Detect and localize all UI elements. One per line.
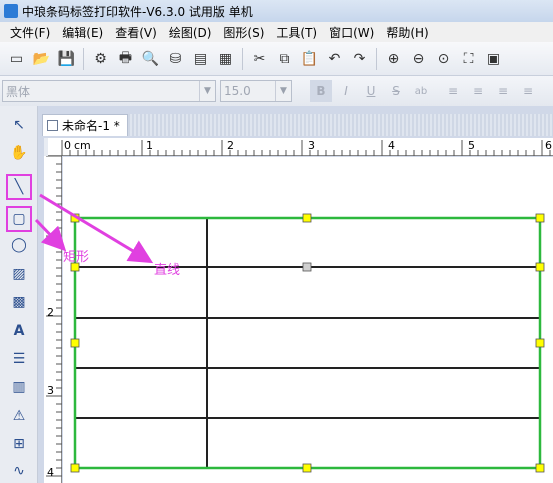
shape-icon[interactable]: ⚠ xyxy=(8,405,30,427)
main-toolbar: ▭ 📂 💾 ⚙ 🖶 🔍 ⛁ ▤ ▦ ✂ ⧉ 📋 ↶ ↷ ⊕ ⊖ ⊙ ⛶ ▣ xyxy=(0,42,553,76)
ruler-unit: cm xyxy=(74,139,91,152)
ruler-label: 5 xyxy=(468,139,475,152)
line-annotation-label: 直线 xyxy=(154,263,181,278)
font-name-value: 黑体 xyxy=(6,84,31,99)
font-toolbar: 黑体 ▼ 15.0 ▼ B I U S ab ≡ ≡ ≡ ≡ xyxy=(0,76,553,106)
rich-text-icon[interactable]: ☰ xyxy=(8,348,30,370)
zoom-in-icon[interactable]: ⊕ xyxy=(383,48,405,70)
ruler-label: 4 xyxy=(388,139,395,152)
resize-handle[interactable] xyxy=(535,213,545,223)
image-icon[interactable]: ▩ xyxy=(8,291,30,313)
ruler-label: 2 xyxy=(227,139,234,152)
font-size-value: 15.0 xyxy=(224,84,251,98)
chevron-down-icon[interactable]: ▼ xyxy=(275,81,291,101)
qrcode-icon[interactable]: ⊞ xyxy=(8,433,30,455)
undo-icon[interactable]: ↶ xyxy=(324,48,346,70)
rectangle-tool-icon[interactable]: ▢ xyxy=(6,206,32,232)
ellipse-tool-icon[interactable]: ◯ xyxy=(8,234,30,256)
vertical-ruler: 2 3 4 xyxy=(44,156,62,483)
database-icon[interactable]: ⛁ xyxy=(165,48,187,70)
grid-icon[interactable]: ▦ xyxy=(215,48,237,70)
rectangle-annotation-label: 矩形 xyxy=(63,250,90,265)
open-icon[interactable]: 📂 xyxy=(31,48,53,70)
redo-icon[interactable]: ↷ xyxy=(349,48,371,70)
ruler-label: 3 xyxy=(308,139,315,152)
cut-icon[interactable]: ✂ xyxy=(249,48,271,70)
underline-button[interactable]: U xyxy=(360,80,382,102)
italic-button[interactable]: I xyxy=(335,80,357,102)
font-name-select[interactable]: 黑体 ▼ xyxy=(2,80,216,102)
zoom-out-icon[interactable]: ⊖ xyxy=(408,48,430,70)
menu-edit[interactable]: 编辑(E) xyxy=(56,24,109,41)
resize-handle[interactable] xyxy=(70,463,80,473)
text-tool-icon[interactable]: A xyxy=(8,320,30,342)
resize-handle[interactable] xyxy=(70,213,80,223)
batch-icon[interactable]: ▤ xyxy=(190,48,212,70)
separator xyxy=(242,47,243,70)
copy-icon[interactable]: ⧉ xyxy=(274,48,296,70)
line-tool-icon[interactable]: ╲ xyxy=(6,174,32,200)
align-justify-icon[interactable]: ≡ xyxy=(517,80,539,102)
align-center-icon[interactable]: ≡ xyxy=(467,80,489,102)
ruler-label: 4 xyxy=(47,466,54,479)
fit-page-icon[interactable]: ⛶ xyxy=(458,48,480,70)
save-icon[interactable]: 💾 xyxy=(56,48,78,70)
actual-size-icon[interactable]: ▣ xyxy=(483,48,505,70)
document-tab[interactable]: 未命名-1 * xyxy=(42,114,128,136)
resize-handle[interactable] xyxy=(70,338,80,348)
ruler-label: 2 xyxy=(47,306,54,319)
image-edit-icon[interactable]: ▨ xyxy=(8,263,30,285)
menu-window[interactable]: 窗口(W) xyxy=(323,24,380,41)
chevron-down-icon[interactable]: ▼ xyxy=(199,81,215,101)
special-format-button[interactable]: ab xyxy=(410,80,432,102)
line-handle[interactable] xyxy=(302,262,312,272)
menu-tools[interactable]: 工具(T) xyxy=(270,24,323,41)
menu-draw[interactable]: 绘图(D) xyxy=(163,24,218,41)
menu-file[interactable]: 文件(F) xyxy=(4,24,56,41)
ruler-label: 6 xyxy=(545,139,552,152)
ruler-label: 3 xyxy=(47,384,54,397)
new-icon[interactable]: ▭ xyxy=(6,48,28,70)
resize-handle[interactable] xyxy=(535,338,545,348)
curve-icon[interactable]: ∿ xyxy=(8,460,30,482)
drawing-toolbox: ↖ ✋ ╲ ▢ ◯ ▨ ▩ A ☰ ▥ ⚠ ⊞ ∿ xyxy=(0,106,38,483)
barcode-icon[interactable]: ▥ xyxy=(8,376,30,398)
rectangle-shape[interactable] xyxy=(73,216,542,470)
menu-shape[interactable]: 图形(S) xyxy=(217,24,270,41)
title-bar: 中琅条码标签打印软件-V6.3.0 试用版 单机 xyxy=(0,0,553,22)
horizontal-ruler: 0 cm 1 2 3 4 5 6 xyxy=(48,138,553,156)
ruler-label: 0 xyxy=(64,139,71,152)
align-left-icon[interactable]: ≡ xyxy=(442,80,464,102)
paste-icon[interactable]: 📋 xyxy=(299,48,321,70)
document-icon xyxy=(47,120,58,131)
resize-handle[interactable] xyxy=(535,463,545,473)
menu-help[interactable]: 帮助(H) xyxy=(380,24,434,41)
font-size-select[interactable]: 15.0 ▼ xyxy=(220,80,292,102)
app-icon xyxy=(4,4,18,18)
separator xyxy=(83,47,84,70)
line-handle[interactable] xyxy=(535,262,545,272)
window-title: 中琅条码标签打印软件-V6.3.0 试用版 单机 xyxy=(22,4,253,19)
ruler-label: 1 xyxy=(146,139,153,152)
resize-handle[interactable] xyxy=(302,463,312,473)
print-preview-icon[interactable]: 🔍 xyxy=(140,48,162,70)
resize-handle[interactable] xyxy=(302,213,312,223)
label-canvas[interactable] xyxy=(63,157,553,483)
separator xyxy=(376,47,377,70)
print-icon[interactable]: 🖶 xyxy=(115,48,137,70)
strikethrough-button[interactable]: S xyxy=(385,80,407,102)
menu-bar: 文件(F) 编辑(E) 查看(V) 绘图(D) 图形(S) 工具(T) 窗口(W… xyxy=(0,22,553,42)
zoom-icon[interactable]: ⊙ xyxy=(433,48,455,70)
document-tab-strip: 未命名-1 * xyxy=(42,114,553,136)
select-pointer-icon[interactable]: ↖ xyxy=(8,114,30,136)
align-right-icon[interactable]: ≡ xyxy=(492,80,514,102)
pan-icon[interactable]: ✋ xyxy=(8,142,30,164)
bold-button[interactable]: B xyxy=(310,80,332,102)
settings-icon[interactable]: ⚙ xyxy=(90,48,112,70)
document-tab-title: 未命名-1 * xyxy=(62,119,120,133)
menu-view[interactable]: 查看(V) xyxy=(109,24,163,41)
